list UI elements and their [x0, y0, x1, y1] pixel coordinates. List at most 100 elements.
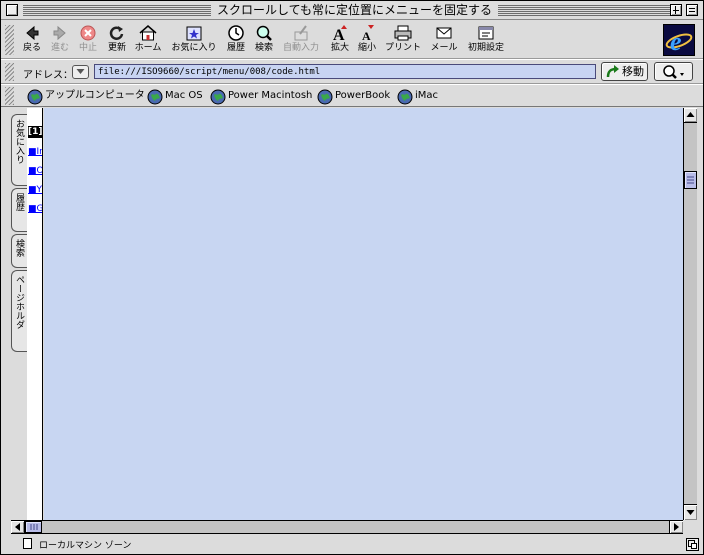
text-smaller-icon: A	[362, 25, 374, 42]
forward-button[interactable]: 進む	[49, 24, 71, 54]
mail-button[interactable]: メール	[428, 24, 460, 54]
stop-button[interactable]: 中止	[77, 24, 99, 54]
search-button[interactable]: 検索	[253, 24, 275, 54]
status-bar: ローカルマシン ゾーン	[1, 535, 703, 554]
ie-logo-icon: e	[663, 24, 695, 56]
print-button[interactable]: プリント	[383, 24, 423, 54]
home-icon	[139, 25, 157, 41]
scroll-down-button[interactable]	[684, 504, 697, 520]
autofill-icon	[294, 25, 308, 41]
print-label: プリント	[384, 43, 421, 53]
toolbar-grip[interactable]	[5, 25, 14, 55]
text-larger-label: 拡大	[330, 43, 349, 53]
horizontal-scrollbar[interactable]	[11, 520, 683, 534]
arrow-right-icon	[674, 523, 679, 531]
favorites-grip[interactable]	[5, 87, 14, 105]
forward-arrow-icon	[53, 25, 66, 41]
search-label: 検索	[254, 43, 273, 53]
go-button[interactable]: 移動	[601, 62, 648, 81]
back-button[interactable]: 戻る	[21, 24, 43, 54]
menu-item[interactable]: ■Y	[28, 184, 42, 196]
arrow-down-icon	[686, 510, 695, 515]
explorer-tab-strip: お気に入り 履歴 検索 ページホルダ	[1, 108, 27, 520]
thumb-grip-icon	[30, 524, 38, 530]
address-grip[interactable]	[5, 63, 14, 81]
arrow-up-icon	[686, 112, 695, 117]
home-button[interactable]: ホーム	[134, 24, 162, 54]
horizontal-scroll-thumb[interactable]	[25, 521, 42, 533]
preferences-button[interactable]: 初期設定	[465, 24, 507, 54]
back-arrow-icon	[26, 25, 39, 41]
tab-favorites[interactable]: お気に入り	[11, 114, 27, 186]
forward-label: 進む	[50, 43, 69, 53]
menu-item[interactable]: ■In	[28, 146, 42, 158]
svg-text:A: A	[362, 29, 371, 42]
home-label: ホーム	[134, 43, 162, 53]
autofill-button[interactable]: 自動入力	[281, 24, 321, 54]
history-button[interactable]: 履歴	[225, 24, 247, 54]
tab-page-holder-label: ページホルダ	[14, 275, 24, 329]
history-label: 履歴	[226, 43, 245, 53]
globe-icon	[147, 89, 163, 105]
tab-history[interactable]: 履歴	[11, 188, 27, 232]
mail-icon	[436, 27, 452, 39]
refresh-label: 更新	[107, 43, 126, 53]
preferences-icon	[478, 26, 494, 40]
globe-icon	[317, 89, 333, 105]
magnifier-icon	[663, 65, 684, 79]
chevron-down-icon	[76, 69, 85, 74]
go-arrow-icon	[606, 65, 619, 78]
scroll-left-button[interactable]	[11, 521, 25, 533]
title-bar[interactable]: スクロールしても常に定位置にメニューを固定する	[1, 1, 703, 20]
vertical-scrollbar[interactable]	[683, 108, 697, 520]
go-label: 移動	[622, 65, 644, 78]
autofill-label: 自動入力	[282, 43, 319, 53]
zoom-box[interactable]	[670, 4, 682, 16]
button-bar: 戻る 進む 中止 更新 ホーム お気に入り 履歴 検索 自動入力 A 拡大 A …	[1, 21, 703, 59]
address-label: アドレス：	[23, 70, 73, 81]
favorite-label: アップルコンピュータ	[45, 90, 145, 101]
security-zone-text: ローカルマシン ゾーン	[39, 541, 132, 551]
back-label: 戻る	[22, 43, 41, 53]
tab-search[interactable]: 検索	[11, 234, 27, 268]
text-smaller-label: 縮小	[357, 43, 376, 53]
thumb-grip-icon	[687, 176, 694, 184]
svg-text:A: A	[333, 27, 345, 42]
browser-window: スクロールしても常に定位置にメニューを固定する 戻る 進む 中止 更新 ホーム …	[0, 0, 704, 555]
text-smaller-button[interactable]: A 縮小	[356, 24, 378, 54]
refresh-button[interactable]: 更新	[105, 24, 129, 54]
favorites-bar: アップルコンピュータ Mac OS Power Macintosh PowerB…	[1, 85, 703, 107]
collapse-box[interactable]	[686, 4, 698, 16]
page-content[interactable]	[44, 108, 683, 520]
search-menu-button[interactable]	[654, 62, 693, 81]
preferences-label: 初期設定	[467, 43, 504, 53]
globe-icon	[397, 89, 413, 105]
vertical-scroll-thumb[interactable]	[684, 171, 697, 189]
globe-icon	[27, 89, 43, 105]
fixed-menu-pane: [1] ■In ■O ■Y ■G	[27, 108, 43, 520]
history-icon	[228, 25, 244, 41]
resize-grip-icon[interactable]	[686, 538, 699, 551]
stop-icon	[80, 25, 96, 41]
menu-item[interactable]: [1]	[28, 126, 42, 138]
favorite-label: Power Macintosh	[228, 90, 313, 101]
text-larger-button[interactable]: A 拡大	[329, 24, 351, 54]
tab-page-holder[interactable]: ページホルダ	[11, 270, 27, 352]
text-larger-icon: A	[333, 25, 347, 42]
close-box[interactable]	[6, 4, 18, 16]
scroll-right-button[interactable]	[669, 521, 683, 533]
address-input[interactable]	[94, 64, 596, 79]
address-bar: アドレス： 移動	[1, 60, 703, 84]
local-zone-icon	[23, 538, 32, 549]
favorites-label: お気に入り	[171, 43, 217, 53]
address-history-dropdown[interactable]	[72, 65, 89, 79]
tab-search-label: 検索	[14, 239, 24, 257]
tab-history-label: 履歴	[14, 193, 24, 211]
scroll-up-button[interactable]	[684, 108, 697, 123]
refresh-icon	[109, 26, 124, 40]
favorites-button[interactable]: お気に入り	[171, 24, 217, 54]
menu-item[interactable]: ■O	[28, 165, 42, 177]
window-title: スクロールしても常に定位置にメニューを固定する	[211, 2, 499, 19]
tab-favorites-label: お気に入り	[14, 119, 24, 164]
menu-item[interactable]: ■G	[28, 203, 42, 215]
